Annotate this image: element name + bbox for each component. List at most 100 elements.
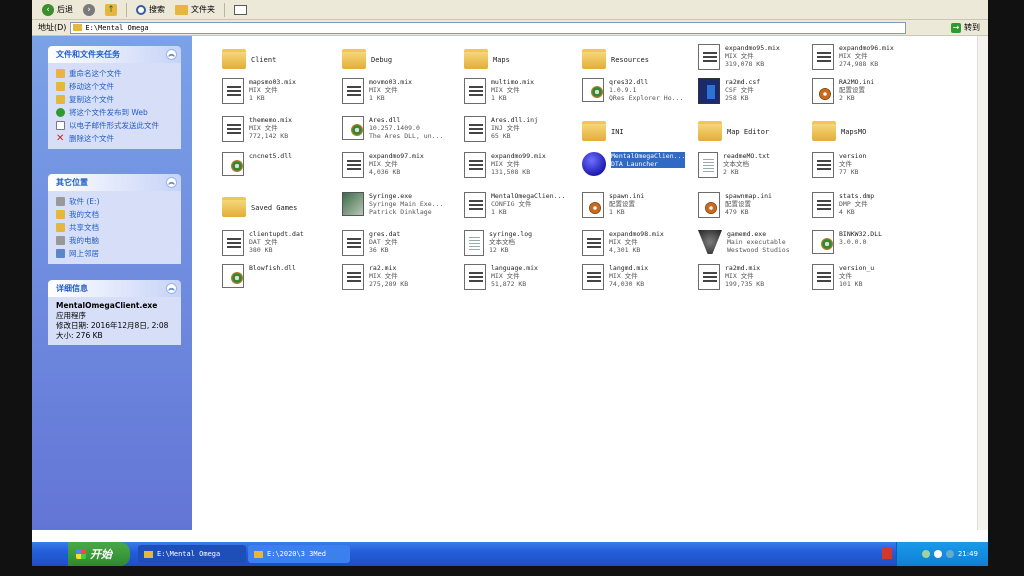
file-meta: Debug — [371, 44, 392, 64]
file-tasks-list: 重命名这个文件 移动这个文件 复制这个文件 将这个文件发布到 Web 以电子邮件形式发送… — [48, 63, 181, 149]
file-item[interactable]: ra2md.csf CSF 文件 258 KB — [698, 78, 818, 112]
start-button[interactable]: 开始 — [68, 542, 130, 566]
views-button[interactable] — [230, 2, 251, 18]
back-button[interactable]: ‹ 后退 — [38, 2, 77, 18]
file-size: 4,301 KB — [609, 246, 641, 254]
file-name: expandmo95.mix — [725, 44, 780, 52]
web-icon — [56, 108, 65, 117]
folders-button[interactable]: 文件夹 — [171, 2, 219, 18]
place-link[interactable]: 我的文档 — [56, 208, 177, 221]
file-item[interactable]: langmd.mix MIX 文件 74,030 KB — [582, 264, 702, 298]
file-item[interactable]: spawnmap.ini 配置设置 479 KB — [698, 192, 818, 226]
task-link[interactable]: ✕ 删除这个文件 — [56, 132, 177, 145]
file-item[interactable]: stats.dmp DMP 文件 4 KB — [812, 192, 932, 226]
file-size: 1 KB — [369, 94, 385, 102]
details-size: 大小: 276 KB — [56, 331, 103, 340]
taskbar-window-2020[interactable]: E:\2020\3 3Med — [248, 545, 350, 563]
file-item[interactable]: expandmo99.mix MIX 文件 131,508 KB — [464, 152, 584, 186]
file-item[interactable]: Ares.dll.inj INJ 文件 65 KB — [464, 116, 584, 150]
file-item[interactable]: language.mix MIX 文件 51,872 KB — [464, 264, 584, 298]
address-field[interactable]: E:\Mental Omega — [70, 21, 907, 34]
file-size: 36 KB — [369, 246, 389, 254]
task-link[interactable]: 重命名这个文件 — [56, 67, 177, 80]
file-item[interactable]: gamemd.exe Main executable Westwood Studio… — [698, 230, 818, 264]
file-item[interactable]: ra2md.mix MIX 文件 199,735 KB — [698, 264, 818, 298]
taskbar-window-label: E:\2020\3 3Med — [267, 550, 327, 558]
file-item[interactable]: Ares.dll 10.257.1409.0 The Ares DLL, un... — [342, 116, 462, 150]
file-item[interactable]: MentalOmegaClien... DTA Launcher — [582, 152, 702, 186]
file-item[interactable]: movmo03.mix MIX 文件 1 KB — [342, 78, 462, 112]
text-file-icon — [698, 152, 718, 178]
file-meta: spawnmap.ini 配置设置 479 KB — [725, 192, 772, 216]
file-item[interactable]: syringe.log 文本文档 12 KB — [464, 230, 584, 264]
volume-icon[interactable] — [945, 550, 954, 558]
task-link[interactable]: 移动这个文件 — [56, 80, 177, 93]
details-header[interactable]: 详细信息 ︽ — [48, 280, 181, 297]
other-places-header[interactable]: 其它位置 ︽ — [48, 174, 181, 191]
task-link[interactable]: 将这个文件发布到 Web — [56, 106, 177, 119]
file-meta: Syringe.exe Syringe Main Exe... Patrick Di… — [369, 192, 443, 216]
collapse-chevron-icon[interactable]: ︽ — [166, 49, 177, 60]
file-icon — [222, 78, 244, 104]
file-meta: stats.dmp DMP 文件 4 KB — [839, 192, 874, 216]
file-item[interactable]: Syringe.exe Syringe Main Exe... Patrick Di… — [342, 192, 462, 226]
file-item[interactable]: version 文件 77 KB — [812, 152, 932, 186]
file-item[interactable]: expandmo98.mix MIX 文件 4,301 KB — [582, 230, 702, 264]
file-size: Westwood Studios — [727, 246, 790, 254]
file-item[interactable]: RA2MO.ini 配置设置 2 KB — [812, 78, 932, 112]
file-type: MIX 文件 — [249, 124, 278, 132]
file-type: DAT 文件 — [369, 238, 398, 246]
file-item[interactable]: readmeMO.txt 文本文档 2 KB — [698, 152, 818, 186]
file-meta: clientupdt.dat DAT 文件 380 KB — [249, 230, 304, 254]
security-icon[interactable] — [933, 550, 942, 558]
file-item[interactable]: ra2.mix MIX 文件 275,289 KB — [342, 264, 462, 298]
go-button[interactable]: → 转到 — [951, 22, 980, 33]
folders-label: 文件夹 — [191, 5, 215, 14]
file-item[interactable]: Blowfish.dll — [222, 264, 342, 298]
network-places-icon — [56, 249, 65, 258]
file-type: MIX 文件 — [491, 160, 520, 168]
task-link[interactable]: 以电子邮件形式发送此文件 — [56, 119, 177, 132]
collapse-chevron-icon[interactable]: ︽ — [166, 177, 177, 188]
search-button[interactable]: 搜索 — [132, 2, 169, 18]
file-item[interactable]: qres32.dll 1.0.9.1 QRes Explorer Ho... — [582, 78, 702, 112]
dll-icon — [222, 152, 244, 176]
network-icon[interactable] — [921, 550, 930, 558]
file-type: 配置设置 — [725, 200, 751, 208]
file-meta: INI — [611, 116, 624, 136]
file-item[interactable]: expandmo97.mix MIX 文件 4,036 KB — [342, 152, 462, 186]
file-item[interactable]: BINKW32.DLL 3.0.0.0 — [812, 230, 932, 264]
folder-item[interactable]: Resources — [582, 44, 702, 78]
up-folder-button[interactable]: ↑ — [101, 2, 121, 18]
folder-item[interactable]: Debug — [342, 44, 462, 78]
file-item[interactable]: spawn.ini 配置设置 1 KB — [582, 192, 702, 226]
file-item[interactable]: clientupdt.dat DAT 文件 380 KB — [222, 230, 342, 264]
file-tasks-header[interactable]: 文件和文件夹任务 ︽ — [48, 46, 181, 63]
folder-item[interactable]: Client — [222, 44, 342, 78]
file-item[interactable]: MentalOmegaClien... CONFIG 文件 1 KB — [464, 192, 584, 226]
file-type: MIX 文件 — [369, 86, 398, 94]
collapse-chevron-icon[interactable]: ︽ — [166, 283, 177, 294]
file-meta: expandmo98.mix MIX 文件 4,301 KB — [609, 230, 664, 254]
taskbar-window-explorer[interactable]: E:\Mental Omega — [138, 545, 246, 563]
place-link[interactable]: 网上邻居 — [56, 247, 177, 260]
file-item[interactable]: expandmo95.mix MIX 文件 319,078 KB — [698, 44, 818, 78]
language-indicator-icon[interactable] — [882, 548, 892, 559]
place-link[interactable]: 共享文档 — [56, 221, 177, 234]
forward-button[interactable]: › — [79, 2, 99, 18]
place-link[interactable]: 软件 (E:) — [56, 195, 177, 208]
folder-item[interactable]: INI — [582, 116, 702, 150]
file-item[interactable]: multimo.mix MIX 文件 1 KB — [464, 78, 584, 112]
folder-item[interactable]: MapsMO — [812, 116, 932, 150]
folder-item[interactable]: Map Editor — [698, 116, 818, 150]
file-item[interactable]: thememo.mix MIX 文件 772,142 KB — [222, 116, 342, 150]
file-item[interactable]: expandmo96.mix MIX 文件 274,988 KB — [812, 44, 932, 78]
file-item[interactable]: version_u 文件 101 KB — [812, 264, 932, 298]
file-item[interactable]: mapsmo03.mix MIX 文件 1 KB — [222, 78, 342, 112]
folder-item[interactable]: Maps — [464, 44, 584, 78]
folder-item[interactable]: Saved Games — [222, 192, 342, 226]
file-item[interactable]: gres.dat DAT 文件 36 KB — [342, 230, 462, 264]
file-item[interactable]: cncnet5.dll — [222, 152, 342, 186]
place-link[interactable]: 我的电脑 — [56, 234, 177, 247]
task-link[interactable]: 复制这个文件 — [56, 93, 177, 106]
